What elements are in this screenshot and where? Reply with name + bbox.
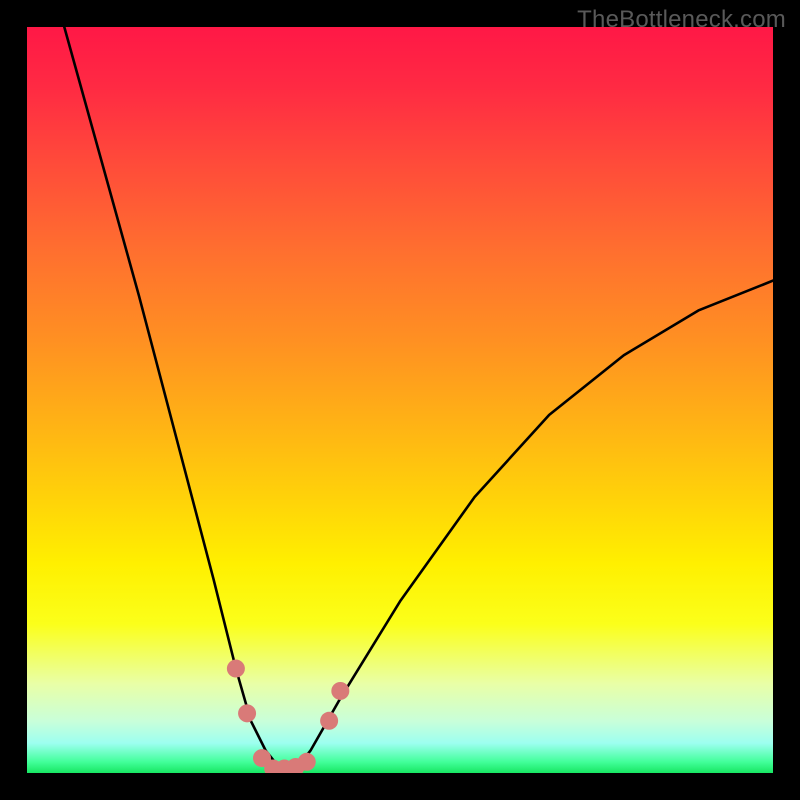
curve-layer: [64, 27, 773, 769]
marker-right-upper: [331, 682, 349, 700]
bottleneck-curve: [64, 27, 773, 769]
marker-left-upper: [227, 660, 245, 678]
marker-right-lower: [320, 712, 338, 730]
marker-left-lower: [238, 704, 256, 722]
marker-layer: [227, 660, 349, 773]
chart-frame: TheBottleneck.com: [0, 0, 800, 800]
chart-svg: [27, 27, 773, 773]
watermark-text: TheBottleneck.com: [577, 6, 786, 34]
marker-valley-5: [298, 753, 316, 771]
plot-area: [27, 27, 773, 773]
